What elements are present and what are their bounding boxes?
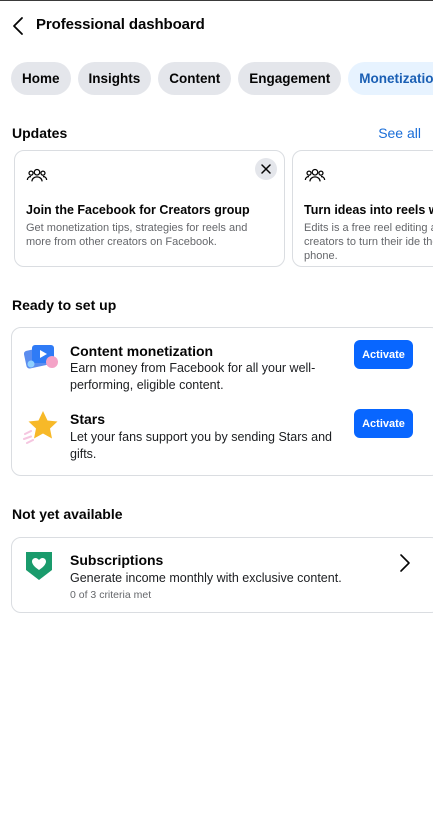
tab-home[interactable]: Home	[11, 62, 71, 95]
update-card-title: Join the Facebook for Creators group	[26, 203, 250, 217]
update-card[interactable]: Turn ideas into reels wi Edits is a free…	[292, 150, 433, 267]
chevron-right-icon	[400, 554, 410, 572]
tab-bar: Home Insights Content Engagement Monetiz…	[11, 62, 433, 95]
dismiss-update-button[interactable]	[255, 158, 277, 180]
content-monetization-icon	[23, 345, 58, 369]
not-available-heading: Not yet available	[12, 506, 123, 522]
top-border	[0, 0, 433, 1]
group-icon	[26, 168, 48, 182]
ready-heading: Ready to set up	[12, 297, 117, 313]
ready-to-set-up-card: Content monetization Earn money from Fac…	[11, 327, 433, 476]
update-card-description: Get monetization tips, strategies for re…	[26, 222, 248, 248]
activate-stars-button[interactable]: Activate	[354, 409, 413, 438]
subscriptions-criteria: 0 of 3 criteria met	[70, 589, 152, 601]
update-card-title: Turn ideas into reels wi	[304, 203, 433, 217]
page-title: Professional dashboard	[36, 16, 205, 33]
header: Professional dashboard	[0, 12, 433, 40]
updates-carousel[interactable]: Join the Facebook for Creators group Get…	[14, 150, 433, 268]
update-card-description: Edits is a free reel editing a for creat…	[304, 222, 433, 262]
content-monetization-title: Content monetization	[70, 343, 214, 359]
subscriptions-description: Generate income monthly with exclusive c…	[70, 571, 342, 585]
subscriptions-heart-icon	[26, 552, 52, 580]
star-icon	[23, 411, 58, 444]
close-icon	[261, 164, 271, 174]
tab-monetization[interactable]: Monetization	[348, 62, 433, 95]
back-arrow-icon	[13, 17, 23, 35]
stars-title: Stars	[70, 411, 106, 427]
subscriptions-title: Subscriptions	[70, 552, 164, 568]
see-all-link[interactable]: See all	[378, 125, 421, 141]
stars-description: Let your fans support you by sending Sta…	[70, 430, 332, 461]
tab-content[interactable]: Content	[158, 62, 232, 95]
group-icon	[304, 168, 326, 182]
activate-content-monetization-button[interactable]: Activate	[354, 340, 413, 369]
content-monetization-description: Earn money from Facebook for all your we…	[70, 361, 316, 392]
back-button[interactable]	[8, 14, 28, 38]
updates-heading: Updates	[12, 125, 68, 141]
update-card[interactable]: Join the Facebook for Creators group Get…	[14, 150, 285, 267]
subscriptions-card[interactable]: Subscriptions Generate income monthly wi…	[11, 537, 433, 613]
tab-insights[interactable]: Insights	[77, 62, 152, 95]
tab-engagement[interactable]: Engagement	[238, 62, 342, 95]
